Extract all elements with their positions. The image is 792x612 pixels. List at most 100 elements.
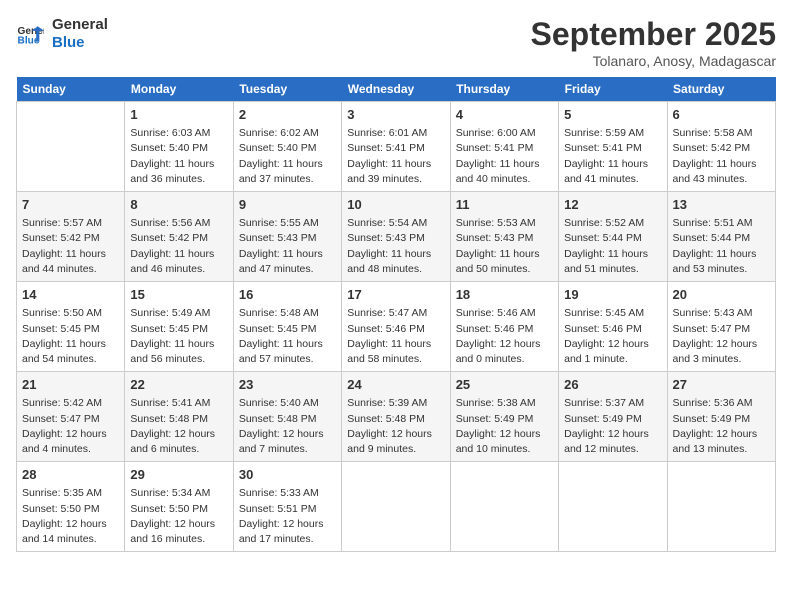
- day-number: 20: [673, 286, 770, 304]
- title-block: September 2025 Tolanaro, Anosy, Madagasc…: [531, 16, 776, 69]
- day-info: Sunrise: 5:59 AM Sunset: 5:41 PM Dayligh…: [564, 126, 661, 187]
- calendar-cell: 24Sunrise: 5:39 AM Sunset: 5:48 PM Dayli…: [342, 372, 450, 462]
- day-number: 11: [456, 196, 553, 214]
- day-info: Sunrise: 5:41 AM Sunset: 5:48 PM Dayligh…: [130, 396, 227, 457]
- day-info: Sunrise: 5:35 AM Sunset: 5:50 PM Dayligh…: [22, 486, 119, 547]
- week-row-2: 7 Sunrise: 5:57 AM Sunset: 5:42 PM Daylig…: [17, 192, 776, 282]
- calendar-cell: 15Sunrise: 5:49 AM Sunset: 5:45 PM Dayli…: [125, 282, 233, 372]
- calendar-cell: 12 Sunrise: 5:52 AM Sunset: 5:44 PM Dayli…: [559, 192, 667, 282]
- day-number: 2: [239, 106, 336, 124]
- location: Tolanaro, Anosy, Madagascar: [531, 53, 776, 69]
- day-info: Sunrise: 5:40 AM Sunset: 5:48 PM Dayligh…: [239, 396, 336, 457]
- calendar-cell: 1Sunrise: 6:03 AM Sunset: 5:40 PM Daylig…: [125, 102, 233, 192]
- col-header-saturday: Saturday: [667, 77, 775, 102]
- day-number: 22: [130, 376, 227, 394]
- week-row-1: 1Sunrise: 6:03 AM Sunset: 5:40 PM Daylig…: [17, 102, 776, 192]
- header-row: SundayMondayTuesdayWednesdayThursdayFrid…: [17, 77, 776, 102]
- calendar-cell: 27Sunrise: 5:36 AM Sunset: 5:49 PM Dayli…: [667, 372, 775, 462]
- col-header-sunday: Sunday: [17, 77, 125, 102]
- day-info: Sunrise: 5:53 AM Sunset: 5:43 PM Dayligh…: [456, 216, 553, 277]
- day-info: Sunrise: 5:55 AM Sunset: 5:43 PM Dayligh…: [239, 216, 336, 277]
- calendar-cell: [17, 102, 125, 192]
- day-number: 13: [673, 196, 770, 214]
- day-info: Sunrise: 5:43 AM Sunset: 5:47 PM Dayligh…: [673, 306, 770, 367]
- calendar-cell: 30Sunrise: 5:33 AM Sunset: 5:51 PM Dayli…: [233, 462, 341, 552]
- day-number: 29: [130, 466, 227, 484]
- col-header-thursday: Thursday: [450, 77, 558, 102]
- calendar-cell: 16 Sunrise: 5:48 AM Sunset: 5:45 PM Dayli…: [233, 282, 341, 372]
- week-row-3: 14 Sunrise: 5:50 AM Sunset: 5:45 PM Dayli…: [17, 282, 776, 372]
- day-info: Sunrise: 5:56 AM Sunset: 5:42 PM Dayligh…: [130, 216, 227, 277]
- col-header-monday: Monday: [125, 77, 233, 102]
- calendar-cell: 10Sunrise: 5:54 AM Sunset: 5:43 PM Dayli…: [342, 192, 450, 282]
- day-info: Sunrise: 5:42 AM Sunset: 5:47 PM Dayligh…: [22, 396, 119, 457]
- calendar-table: SundayMondayTuesdayWednesdayThursdayFrid…: [16, 77, 776, 552]
- day-number: 19: [564, 286, 661, 304]
- day-info: Sunrise: 5:52 AM Sunset: 5:44 PM Dayligh…: [564, 216, 661, 277]
- calendar-cell: 19 Sunrise: 5:45 AM Sunset: 5:46 PM Dayli…: [559, 282, 667, 372]
- day-info: Sunrise: 5:51 AM Sunset: 5:44 PM Dayligh…: [673, 216, 770, 277]
- page-header: General Blue General Blue September 2025…: [16, 16, 776, 69]
- day-number: 7: [22, 196, 119, 214]
- calendar-cell: 20 Sunrise: 5:43 AM Sunset: 5:47 PM Dayli…: [667, 282, 775, 372]
- week-row-4: 21Sunrise: 5:42 AM Sunset: 5:47 PM Dayli…: [17, 372, 776, 462]
- calendar-cell: 6 Sunrise: 5:58 AM Sunset: 5:42 PM Daylig…: [667, 102, 775, 192]
- calendar-cell: 13 Sunrise: 5:51 AM Sunset: 5:44 PM Dayli…: [667, 192, 775, 282]
- day-info: Sunrise: 5:46 AM Sunset: 5:46 PM Dayligh…: [456, 306, 553, 367]
- day-number: 6: [673, 106, 770, 124]
- calendar-cell: [450, 462, 558, 552]
- day-info: Sunrise: 6:00 AM Sunset: 5:41 PM Dayligh…: [456, 126, 553, 187]
- day-number: 16: [239, 286, 336, 304]
- day-info: Sunrise: 5:48 AM Sunset: 5:45 PM Dayligh…: [239, 306, 336, 367]
- col-header-tuesday: Tuesday: [233, 77, 341, 102]
- calendar-cell: 4Sunrise: 6:00 AM Sunset: 5:41 PM Daylig…: [450, 102, 558, 192]
- day-info: Sunrise: 5:58 AM Sunset: 5:42 PM Dayligh…: [673, 126, 770, 187]
- col-header-friday: Friday: [559, 77, 667, 102]
- day-number: 17: [347, 286, 444, 304]
- day-number: 12: [564, 196, 661, 214]
- calendar-cell: 17 Sunrise: 5:47 AM Sunset: 5:46 PM Dayli…: [342, 282, 450, 372]
- calendar-cell: 26 Sunrise: 5:37 AM Sunset: 5:49 PM Dayli…: [559, 372, 667, 462]
- calendar-cell: 18 Sunrise: 5:46 AM Sunset: 5:46 PM Dayli…: [450, 282, 558, 372]
- day-info: Sunrise: 6:01 AM Sunset: 5:41 PM Dayligh…: [347, 126, 444, 187]
- day-number: 25: [456, 376, 553, 394]
- calendar-cell: 5 Sunrise: 5:59 AM Sunset: 5:41 PM Daylig…: [559, 102, 667, 192]
- logo: General Blue General Blue: [16, 16, 108, 52]
- day-number: 1: [130, 106, 227, 124]
- day-number: 18: [456, 286, 553, 304]
- day-number: 23: [239, 376, 336, 394]
- day-info: Sunrise: 6:02 AM Sunset: 5:40 PM Dayligh…: [239, 126, 336, 187]
- day-info: Sunrise: 5:37 AM Sunset: 5:49 PM Dayligh…: [564, 396, 661, 457]
- logo-icon: General Blue: [16, 20, 44, 48]
- day-info: Sunrise: 5:54 AM Sunset: 5:43 PM Dayligh…: [347, 216, 444, 277]
- calendar-cell: 28 Sunrise: 5:35 AM Sunset: 5:50 PM Dayli…: [17, 462, 125, 552]
- calendar-cell: 7 Sunrise: 5:57 AM Sunset: 5:42 PM Daylig…: [17, 192, 125, 282]
- day-info: Sunrise: 5:45 AM Sunset: 5:46 PM Dayligh…: [564, 306, 661, 367]
- day-number: 8: [130, 196, 227, 214]
- month-year: September 2025: [531, 16, 776, 53]
- day-number: 28: [22, 466, 119, 484]
- day-number: 14: [22, 286, 119, 304]
- day-info: Sunrise: 5:38 AM Sunset: 5:49 PM Dayligh…: [456, 396, 553, 457]
- calendar-cell: [342, 462, 450, 552]
- calendar-cell: 14 Sunrise: 5:50 AM Sunset: 5:45 PM Dayli…: [17, 282, 125, 372]
- week-row-5: 28 Sunrise: 5:35 AM Sunset: 5:50 PM Dayli…: [17, 462, 776, 552]
- day-number: 30: [239, 466, 336, 484]
- calendar-cell: [559, 462, 667, 552]
- calendar-cell: 9 Sunrise: 5:55 AM Sunset: 5:43 PM Daylig…: [233, 192, 341, 282]
- calendar-cell: 21Sunrise: 5:42 AM Sunset: 5:47 PM Dayli…: [17, 372, 125, 462]
- day-info: Sunrise: 5:57 AM Sunset: 5:42 PM Dayligh…: [22, 216, 119, 277]
- col-header-wednesday: Wednesday: [342, 77, 450, 102]
- calendar-cell: 2 Sunrise: 6:02 AM Sunset: 5:40 PM Daylig…: [233, 102, 341, 192]
- calendar-cell: 22 Sunrise: 5:41 AM Sunset: 5:48 PM Dayli…: [125, 372, 233, 462]
- day-number: 26: [564, 376, 661, 394]
- day-info: Sunrise: 5:49 AM Sunset: 5:45 PM Dayligh…: [130, 306, 227, 367]
- day-info: Sunrise: 5:47 AM Sunset: 5:46 PM Dayligh…: [347, 306, 444, 367]
- calendar-cell: 25 Sunrise: 5:38 AM Sunset: 5:49 PM Dayli…: [450, 372, 558, 462]
- day-number: 9: [239, 196, 336, 214]
- day-number: 3: [347, 106, 444, 124]
- calendar-cell: 11 Sunrise: 5:53 AM Sunset: 5:43 PM Dayli…: [450, 192, 558, 282]
- day-info: Sunrise: 5:50 AM Sunset: 5:45 PM Dayligh…: [22, 306, 119, 367]
- day-number: 5: [564, 106, 661, 124]
- calendar-cell: 8 Sunrise: 5:56 AM Sunset: 5:42 PM Daylig…: [125, 192, 233, 282]
